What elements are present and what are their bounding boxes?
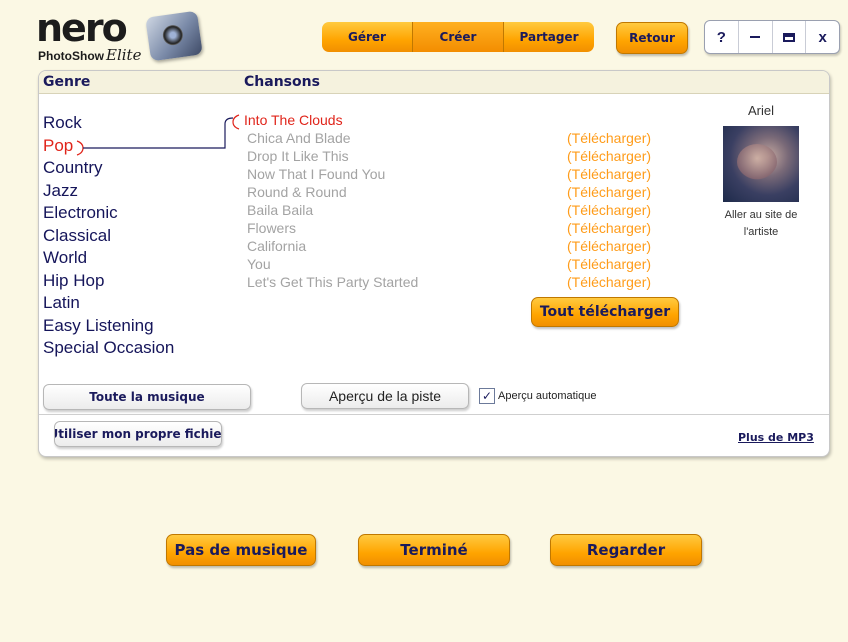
genre-item-easy-listening[interactable]: Easy Listening <box>43 316 154 336</box>
all-music-button[interactable]: Toute la musique <box>43 384 251 410</box>
genre-item-electronic[interactable]: Electronic <box>43 203 118 223</box>
download-link[interactable]: (Télécharger) <box>567 220 651 236</box>
song-item[interactable]: Round & Round <box>247 184 347 200</box>
logo-brand: nero <box>36 6 128 50</box>
genre-item-rock[interactable]: Rock <box>43 113 82 133</box>
tab-creer[interactable]: Créer <box>413 22 504 52</box>
camera-icon <box>145 10 203 62</box>
genre-item-latin[interactable]: Latin <box>43 293 80 313</box>
watch-button[interactable]: Regarder <box>550 534 702 566</box>
genre-item-pop[interactable]: Pop <box>43 136 73 156</box>
song-item[interactable]: Drop It Like This <box>247 148 349 164</box>
download-link[interactable]: (Télécharger) <box>567 202 651 218</box>
song-item[interactable]: California <box>247 238 306 254</box>
auto-preview-label: Aperçu automatique <box>498 390 597 402</box>
no-music-button[interactable]: Pas de musique <box>166 534 316 566</box>
maximize-button[interactable] <box>773 21 807 53</box>
maximize-icon <box>782 32 795 42</box>
download-link[interactable]: (Télécharger) <box>567 184 651 200</box>
help-button[interactable]: ? <box>705 21 739 53</box>
music-panel: Genre Chansons Rock Pop Country Jazz Ele… <box>38 70 830 457</box>
genre-item-jazz[interactable]: Jazz <box>43 181 78 201</box>
song-item[interactable]: Into The Clouds <box>244 112 343 128</box>
done-button[interactable]: Terminé <box>358 534 510 566</box>
song-item[interactable]: Chica And Blade <box>247 130 351 146</box>
download-link[interactable]: (Télécharger) <box>567 148 651 164</box>
minimize-button[interactable] <box>739 21 773 53</box>
main-nav: Gérer Créer Partager <box>322 22 594 52</box>
download-link[interactable]: (Télécharger) <box>567 166 651 182</box>
close-button[interactable]: x <box>806 21 839 53</box>
artist-name: Ariel <box>747 103 774 118</box>
artist-photo[interactable] <box>723 126 799 202</box>
auto-preview-checkbox[interactable]: ✓ Aperçu automatique <box>479 388 596 404</box>
download-link[interactable]: (Télécharger) <box>567 130 651 146</box>
download-link[interactable]: (Télécharger) <box>567 256 651 272</box>
genre-item-country[interactable]: Country <box>43 158 103 178</box>
song-item[interactable]: Flowers <box>247 220 296 236</box>
checkmark-icon[interactable]: ✓ <box>479 388 495 404</box>
minimize-icon <box>750 36 761 38</box>
artist-site-link[interactable]: Aller au site de l'artiste <box>709 207 813 241</box>
download-all-button[interactable]: Tout télécharger <box>531 297 679 327</box>
download-link[interactable]: (Télécharger) <box>567 238 651 254</box>
tab-partager[interactable]: Partager <box>504 22 594 52</box>
preview-track-button[interactable]: Aperçu de la piste <box>301 383 469 409</box>
song-item[interactable]: Let's Get This Party Started <box>247 274 418 290</box>
song-item[interactable]: You <box>247 256 271 272</box>
song-item[interactable]: Now That I Found You <box>247 166 385 182</box>
song-item[interactable]: Baila Baila <box>247 202 313 218</box>
download-link[interactable]: (Télécharger) <box>567 274 651 290</box>
genre-item-world[interactable]: World <box>43 248 87 268</box>
tab-gerer[interactable]: Gérer <box>322 22 413 52</box>
use-own-file-button[interactable]: Utiliser mon propre fichier <box>54 421 222 447</box>
logo-product: PhotoShow Elite <box>38 46 142 64</box>
genre-item-special-occasion[interactable]: Special Occasion <box>43 338 174 358</box>
back-button[interactable]: Retour <box>616 22 688 54</box>
genre-item-classical[interactable]: Classical <box>43 226 111 246</box>
genre-item-hip-hop[interactable]: Hip Hop <box>43 271 104 291</box>
nero-logo: nero PhotoShow Elite <box>36 6 206 64</box>
divider <box>39 414 829 415</box>
more-mp3-link[interactable]: Plus de MP3 <box>738 431 814 444</box>
window-controls: ? x <box>704 20 840 54</box>
